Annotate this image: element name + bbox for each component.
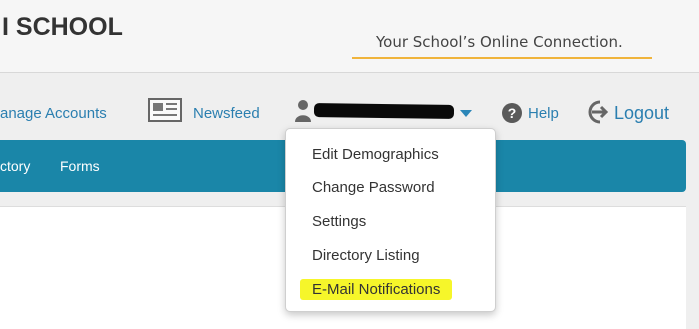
menu-item-change-password[interactable]: Change Password: [312, 179, 435, 196]
menu-item-edit-demographics[interactable]: Edit Demographics: [312, 146, 439, 163]
logout-link[interactable]: Logout: [614, 103, 669, 124]
school-title: I SCHOOL: [2, 13, 123, 41]
person-icon[interactable]: [294, 99, 312, 123]
caret-down-icon[interactable]: [460, 110, 472, 117]
newsfeed-link[interactable]: Newsfeed: [193, 105, 260, 122]
newsfeed-icon[interactable]: [148, 98, 182, 122]
logout-icon[interactable]: [584, 99, 610, 125]
menu-item-email-notifications[interactable]: E-Mail Notifications: [300, 279, 453, 300]
redacted-username[interactable]: [313, 103, 455, 119]
site-header: I SCHOOL Your School’s Online Connection…: [0, 0, 699, 73]
nav-item-directory[interactable]: ctory: [0, 158, 30, 174]
menu-item-settings[interactable]: Settings: [312, 213, 366, 230]
menu-item-directory-listing[interactable]: Directory Listing: [312, 247, 420, 264]
help-icon[interactable]: ?: [502, 103, 522, 123]
manage-accounts-link[interactable]: anage Accounts: [0, 105, 107, 122]
help-link[interactable]: Help: [528, 105, 559, 122]
nav-item-forms[interactable]: Forms: [60, 158, 100, 174]
tagline: Your School’s Online Connection.: [376, 33, 623, 51]
user-dropdown-menu: Edit Demographics Change Password Settin…: [285, 128, 496, 312]
tagline-underline: [352, 57, 652, 59]
